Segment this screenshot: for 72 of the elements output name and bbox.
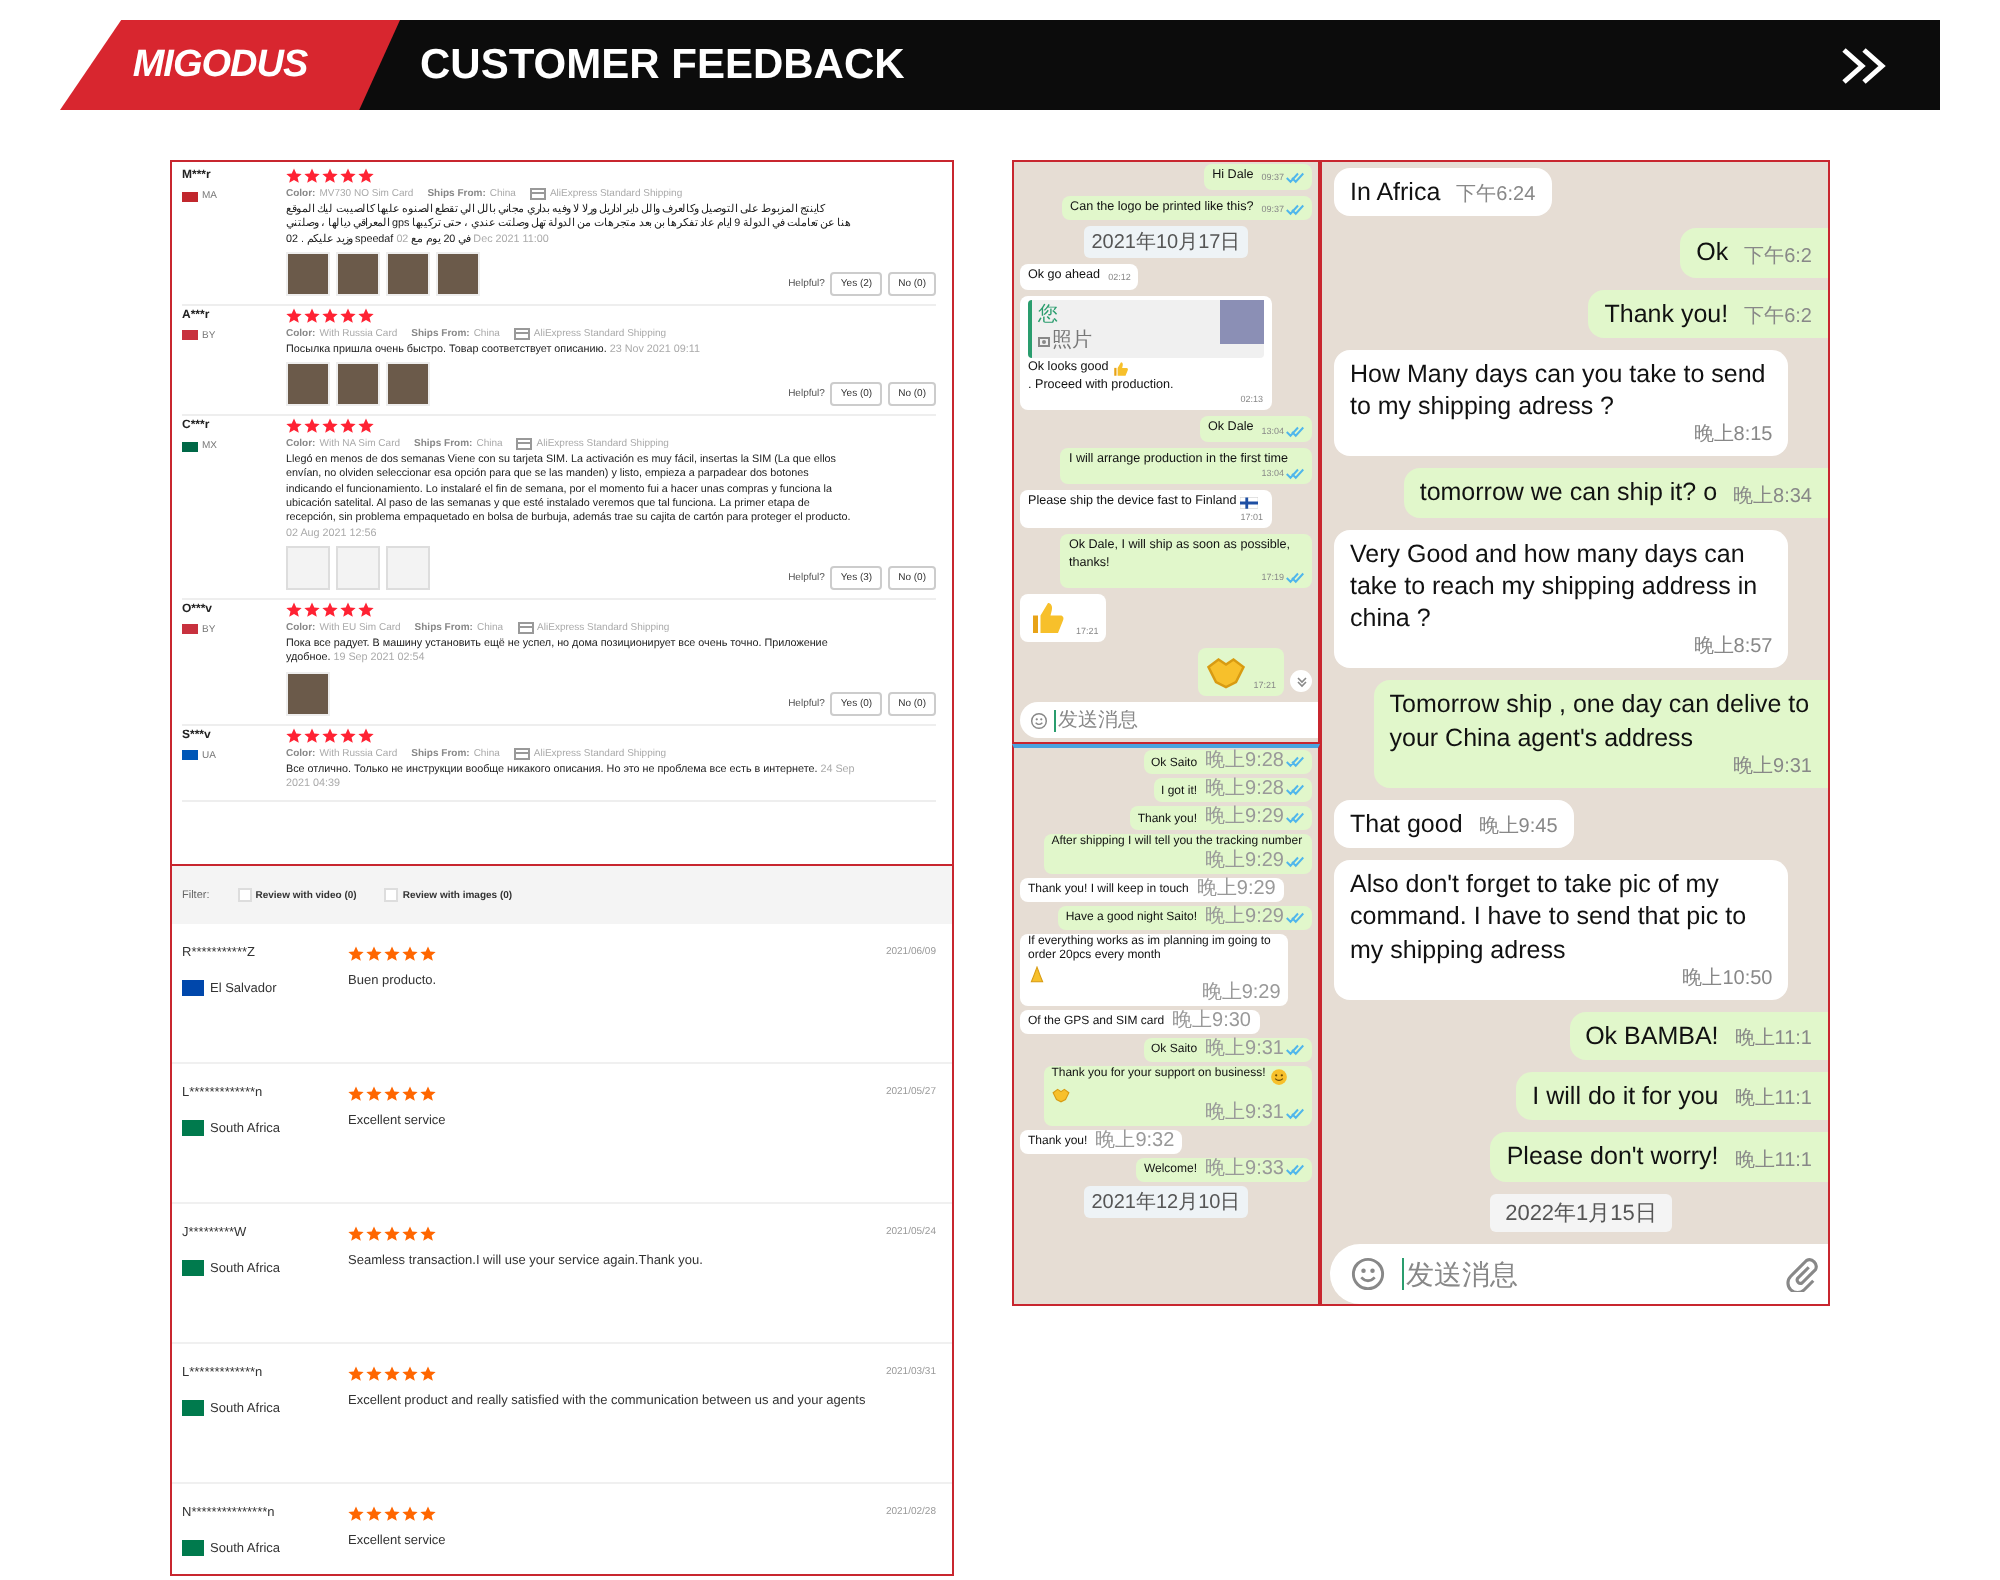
shipping-icon — [513, 327, 530, 340]
message-time: 晚上11:1 — [1734, 1026, 1812, 1052]
screenshot-thumbnail[interactable] — [386, 545, 430, 590]
message-time: 晚上9:32 — [1095, 1131, 1175, 1151]
message-time: 晚上11:1 — [1734, 1147, 1812, 1173]
message-field[interactable]: 发送消息 — [1330, 1243, 1828, 1303]
message-text: How Many days can you take to send to my shipping adress ? — [1350, 357, 1768, 423]
message-time: 晚上9:31 — [1733, 753, 1812, 780]
message-time: 晚上9:45 — [1478, 814, 1558, 840]
shipping-icon — [517, 621, 534, 634]
photo-placeholder[interactable] — [286, 671, 330, 716]
photo-icon — [1038, 335, 1050, 348]
message-time: 晚上9:28 — [1205, 752, 1284, 772]
message-text: Please don't worry! — [1506, 1140, 1719, 1173]
message-text: Very Good and how many days can take to reach my shipping address in china ? — [1350, 537, 1760, 635]
smiley-icon — [1350, 1255, 1386, 1291]
message-time: 晚上8:34 — [1733, 483, 1812, 509]
message-time: 晚上9:29 — [1205, 851, 1284, 871]
message-time: 晚上9:29 — [1201, 983, 1281, 1003]
message-time: 晚上9:29 — [1205, 808, 1284, 828]
message-time: 晚上9:30 — [1172, 1011, 1251, 1031]
message-time: 晚上9:28 — [1205, 780, 1284, 800]
brand-logo: MIGODUS — [60, 20, 400, 110]
date-chip: 2021年10月17日 — [1083, 226, 1249, 258]
photo-placeholder[interactable] — [336, 362, 380, 407]
photo-placeholder[interactable] — [386, 251, 430, 296]
shipping-icon — [513, 747, 530, 760]
quote-text: 照片 — [1052, 328, 1092, 355]
message-time: 下午6:2 — [1744, 243, 1812, 269]
message-time: 晚上8:57 — [1693, 634, 1773, 661]
photo-placeholder[interactable] — [336, 251, 380, 296]
image-thumbnail — [1219, 299, 1264, 343]
smiley-icon — [1030, 711, 1048, 730]
message-time: 下午6:2 — [1744, 303, 1812, 330]
message-time: 晚上9:29 — [1205, 907, 1284, 927]
message-time: 晚上9:31 — [1205, 1103, 1284, 1123]
message-text: tomorrow we can ship it? o — [1419, 476, 1718, 509]
screenshot-thumbnail[interactable] — [286, 545, 330, 590]
message-time: 晚上10:50 — [1682, 965, 1773, 992]
chevron-down-icon — [1295, 675, 1307, 688]
message-field[interactable]: 发送消息 — [1020, 702, 1318, 739]
page-title: CUSTOMER FEEDBACK — [420, 41, 905, 89]
thumbs-up-icon — [1112, 359, 1131, 377]
shipping-icon — [529, 188, 546, 200]
date-chip: 2021年12月10日 — [1083, 1185, 1249, 1217]
message-time: 晚上9:29 — [1196, 879, 1276, 899]
message-text: Thank you! — [1604, 297, 1729, 330]
message-text: Ok — [1696, 236, 1729, 269]
photo-placeholder[interactable] — [436, 251, 480, 296]
shipping-icon — [516, 438, 533, 451]
paperclip-icon — [1784, 1255, 1820, 1291]
message-input[interactable]: 发送消息 — [1402, 1257, 1768, 1289]
message-time: 晚上9:33 — [1205, 1159, 1284, 1179]
photo-placeholder[interactable] — [286, 251, 330, 296]
message-text: Tomorrow ship , one day can delive to your China agent's address — [1389, 688, 1812, 754]
message-text: Also don't forget to take pic of my command. I have to send that pic to my shipping adress — [1350, 868, 1749, 966]
message-time: 下午6:24 — [1456, 182, 1536, 209]
message-time: 晚上11:1 — [1734, 1086, 1812, 1113]
thumbs-up-icon — [1028, 598, 1068, 639]
smiley-icon — [1269, 1067, 1288, 1085]
message-text: I will do it for you — [1532, 1080, 1719, 1113]
message-text: Ok BAMBA! — [1585, 1019, 1719, 1052]
message-time: 晚上9:31 — [1205, 1039, 1284, 1059]
photo-placeholder[interactable] — [286, 362, 330, 407]
message-text: That good — [1350, 807, 1463, 840]
quote-author: 您 — [1038, 301, 1060, 328]
scroll-down-button[interactable] — [1290, 670, 1312, 693]
screenshot-thumbnail[interactable] — [336, 545, 380, 590]
photo-placeholder[interactable] — [386, 362, 430, 407]
date-chip: 2022年1月15日 — [1489, 1193, 1673, 1231]
message-text: In Africa — [1350, 176, 1441, 209]
message-time: 晚上8:15 — [1693, 422, 1773, 449]
